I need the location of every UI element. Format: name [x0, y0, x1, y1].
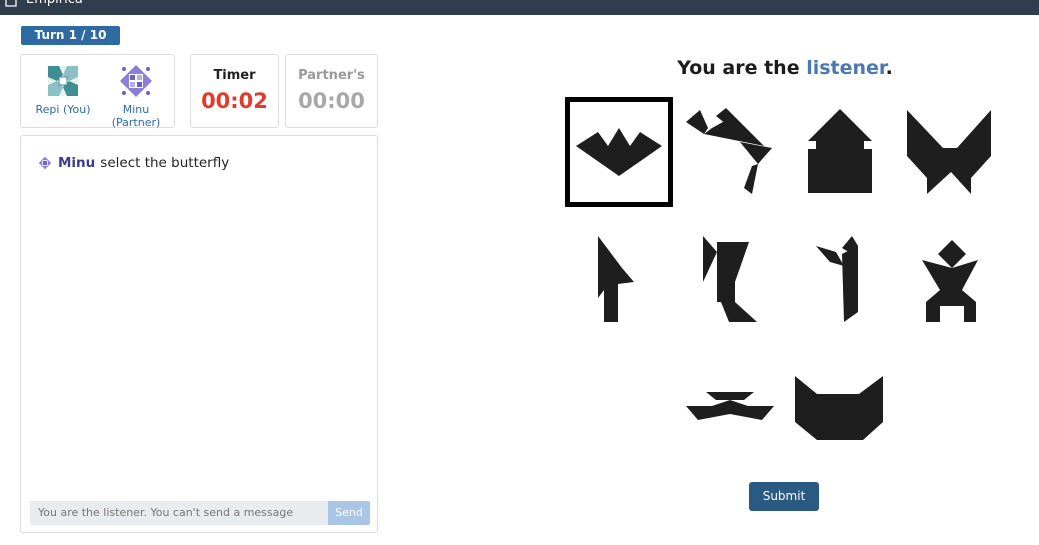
role-name: listener [806, 57, 886, 79]
player-self: Repi (You) [33, 63, 93, 116]
send-button[interactable]: Send [328, 501, 370, 525]
butterfly-tangram-icon [907, 110, 991, 194]
figure-hook-tangram-icon [816, 236, 858, 322]
chat-panel: Minu select the butterfly Send [20, 135, 378, 533]
tangram-6[interactable] [695, 232, 803, 342]
tangram-9[interactable] [682, 370, 790, 480]
partner-timer-panel: Partner's 00:00 [285, 54, 378, 128]
cat-tangram-icon [795, 376, 883, 440]
bird-left-tangram-icon [598, 236, 634, 322]
turn-badge: Turn 1 / 10 [21, 26, 120, 45]
tangram-4[interactable] [905, 106, 1013, 216]
players-panel: Repi (You) Minu (Partner) [20, 54, 175, 129]
person-legs-tangram-icon [922, 240, 978, 322]
teal-quilt-avatar [48, 66, 78, 96]
tangram-8[interactable] [918, 232, 1026, 342]
house-tangram-icon [808, 109, 872, 193]
chat-input[interactable] [30, 501, 328, 525]
chat-message: Minu select the butterfly [38, 155, 229, 171]
submit-button[interactable]: Submit [749, 482, 819, 511]
tangram-5[interactable] [590, 232, 698, 342]
dancer-tangram-icon [686, 108, 772, 194]
purple-quilt-avatar [38, 156, 52, 170]
figure-flag-tangram-icon [703, 236, 757, 322]
player-partner: Minu (Partner) [106, 63, 166, 129]
app-header: Empirica [0, 0, 1039, 15]
role-suffix: . [885, 57, 893, 79]
tangram-10[interactable] [793, 372, 901, 482]
player-self-name: Repi (You) [35, 103, 91, 116]
partner-timer-label: Partner's [298, 68, 365, 83]
partner-timer-value: 00:00 [298, 89, 365, 113]
bat-tangram-icon [576, 128, 662, 176]
player-partner-name: Minu (Partner) [111, 103, 161, 129]
timer-value: 00:02 [201, 89, 268, 113]
role-headline: You are the listener. [560, 57, 1010, 79]
boat-tangram-icon [686, 392, 774, 420]
puzzle-icon [5, 0, 17, 7]
chat-message-sender: Minu [58, 155, 96, 171]
tangram-1[interactable] [565, 97, 673, 207]
tangram-7[interactable] [812, 232, 920, 342]
timer-panel: Timer 00:02 [190, 54, 279, 128]
tangram-3[interactable] [800, 103, 908, 213]
app-title: Empirica [26, 0, 83, 8]
role-prefix: You are the [677, 57, 807, 79]
purple-quilt-avatar [120, 65, 152, 97]
tangram-2[interactable] [680, 102, 788, 212]
chat-message-text: select the butterfly [100, 155, 230, 171]
timer-label: Timer [213, 68, 256, 83]
